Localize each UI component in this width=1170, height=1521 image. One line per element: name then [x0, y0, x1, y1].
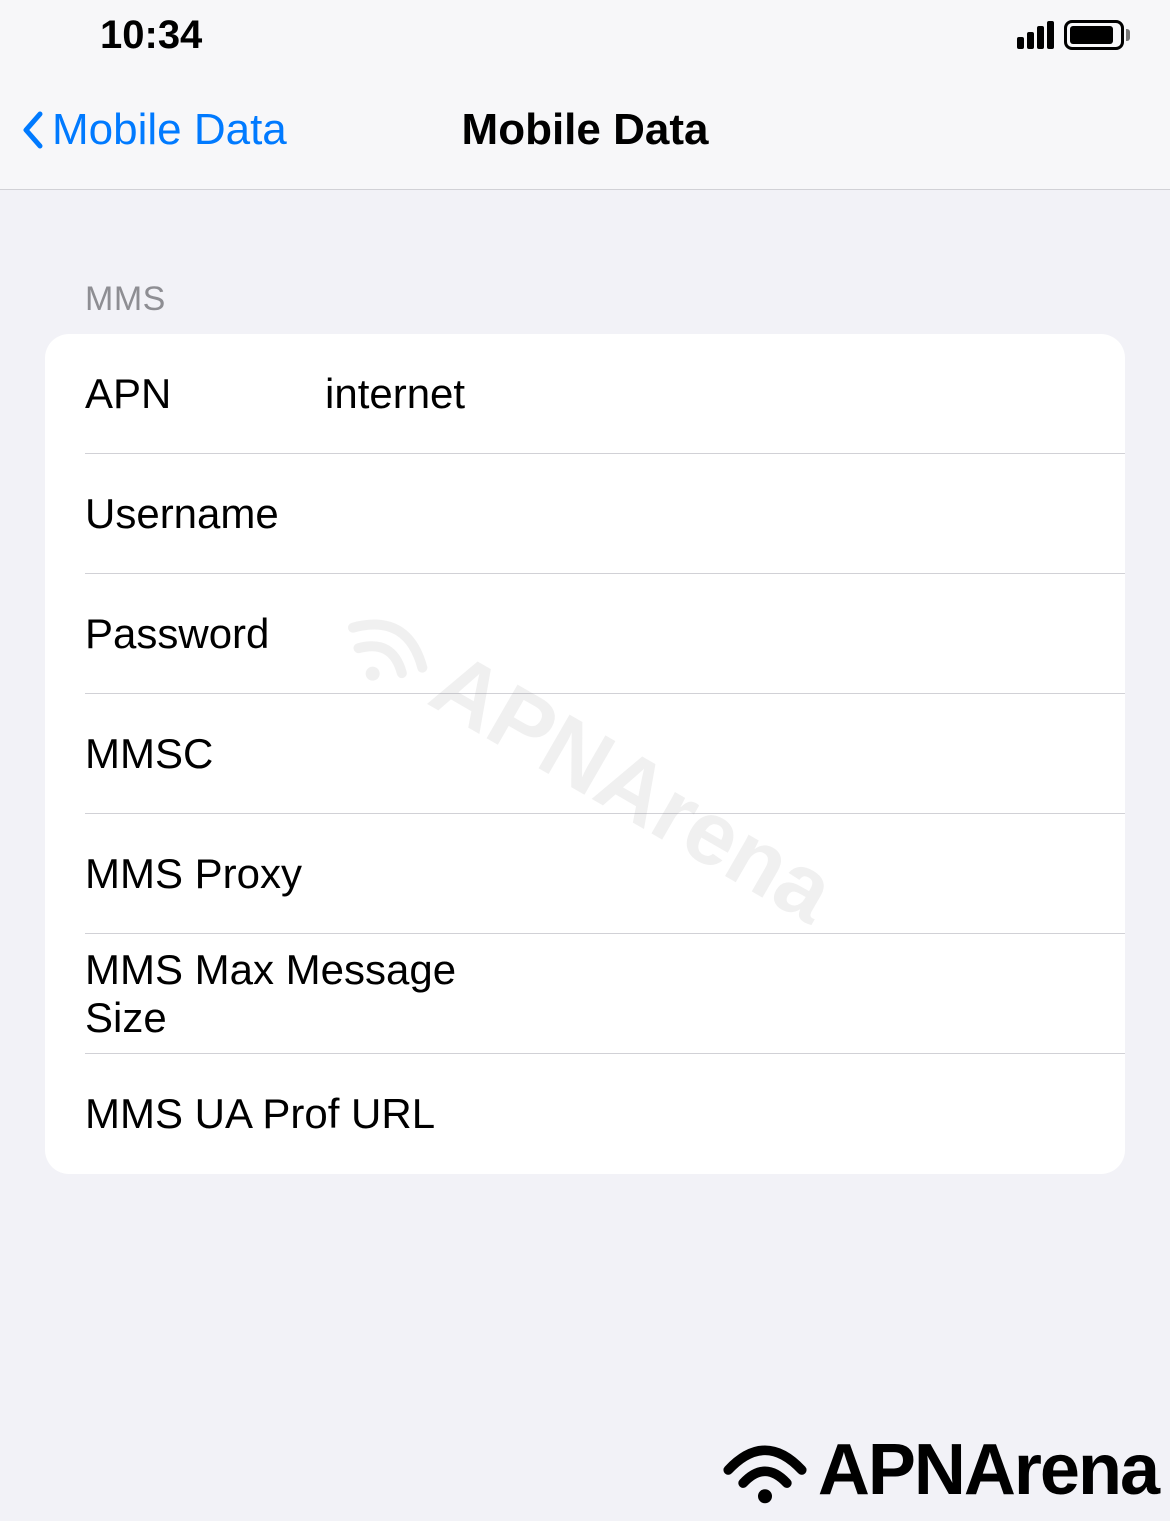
mms-proxy-input[interactable]	[325, 850, 1085, 898]
password-input[interactable]	[325, 610, 1085, 658]
section-header-mms: MMS	[45, 280, 1125, 319]
page-title: Mobile Data	[462, 105, 709, 155]
mms-max-size-input[interactable]	[544, 970, 1085, 1018]
mms-ua-prof-input[interactable]	[435, 1090, 1085, 1138]
mms-ua-prof-row[interactable]: MMS UA Prof URL	[45, 1054, 1125, 1174]
username-input[interactable]	[325, 490, 1085, 538]
apn-row[interactable]: APN	[45, 334, 1125, 454]
status-indicators	[1017, 20, 1130, 50]
signal-icon	[1017, 21, 1054, 49]
mmsc-row[interactable]: MMSC	[45, 694, 1125, 814]
logo-text: APNArena	[818, 1429, 1158, 1511]
password-label: Password	[85, 610, 325, 658]
status-bar: 10:34	[0, 0, 1170, 70]
status-time: 10:34	[100, 13, 202, 58]
back-button[interactable]: Mobile Data	[20, 105, 287, 155]
chevron-back-icon	[20, 110, 44, 150]
settings-group-mms: APN Username Password MMSC MMS Proxy MMS…	[45, 334, 1125, 1174]
username-label: Username	[85, 490, 325, 538]
mms-max-size-row[interactable]: MMS Max Message Size	[45, 934, 1125, 1054]
wifi-icon	[720, 1435, 810, 1505]
username-row[interactable]: Username	[45, 454, 1125, 574]
apn-input[interactable]	[325, 370, 1085, 418]
mms-ua-prof-label: MMS UA Prof URL	[85, 1090, 435, 1138]
battery-icon	[1064, 20, 1130, 50]
mms-proxy-label: MMS Proxy	[85, 850, 325, 898]
navigation-bar: Mobile Data Mobile Data	[0, 70, 1170, 190]
mms-max-size-label: MMS Max Message Size	[85, 946, 544, 1042]
password-row[interactable]: Password	[45, 574, 1125, 694]
apn-label: APN	[85, 370, 325, 418]
back-label: Mobile Data	[52, 105, 287, 155]
content-area: MMS APN Username Password MMSC MMS Proxy	[0, 190, 1170, 1174]
mmsc-label: MMSC	[85, 730, 325, 778]
mmsc-input[interactable]	[325, 730, 1085, 778]
mms-proxy-row[interactable]: MMS Proxy	[45, 814, 1125, 934]
apnarena-logo: APNArena	[720, 1429, 1158, 1511]
